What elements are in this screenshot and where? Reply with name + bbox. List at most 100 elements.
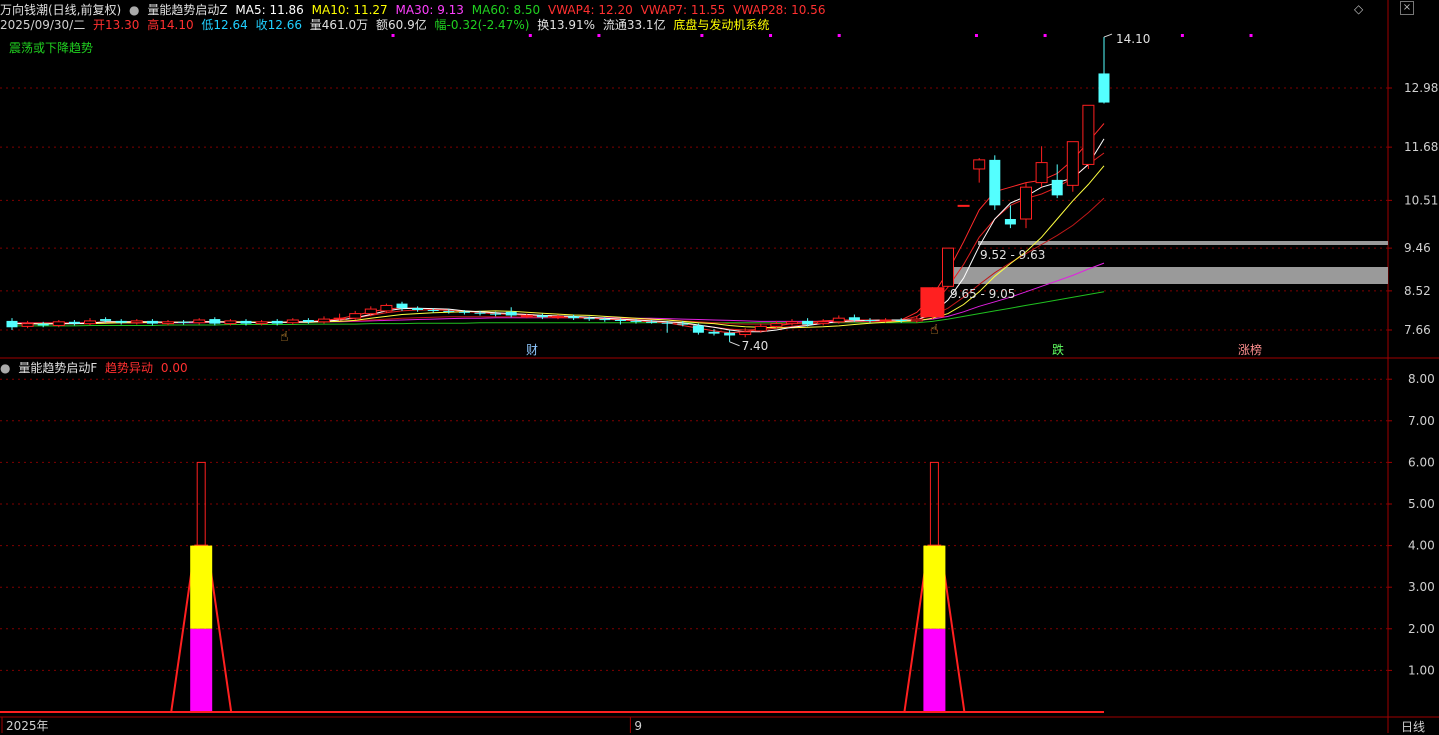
candle-body [770, 323, 783, 327]
candle-body [178, 321, 190, 323]
candle-body [895, 319, 907, 321]
candle-body [333, 317, 346, 320]
event-tag-finance: 财 [526, 343, 538, 357]
candle-body [443, 310, 455, 312]
indicator-name[interactable]: 量能趋势启动Z [147, 3, 227, 17]
ma10-label: MA10: 11.27 [311, 3, 388, 17]
signal-dot [528, 34, 532, 37]
candle-body [739, 331, 752, 336]
ma60-label: MA60: 8.50 [471, 3, 541, 17]
sub-tick-label: 4.00 [1408, 539, 1435, 553]
candle-body [380, 304, 393, 312]
candle-body [942, 247, 954, 287]
signal-dot [1043, 34, 1047, 37]
candle-body [6, 320, 18, 328]
indicator-toggle-icon[interactable]: ● [129, 3, 139, 17]
turnover-label: 换13.91% [537, 18, 596, 32]
candle-body [583, 318, 595, 320]
candle-body [115, 320, 127, 323]
low-pointer [729, 341, 740, 347]
signal-magenta-bar [190, 628, 213, 712]
date-label: 2025/09/30/二 [0, 18, 86, 32]
candle-body [146, 320, 158, 324]
signal-dot [769, 34, 773, 37]
candle-body [396, 303, 408, 309]
candle-body [209, 319, 221, 324]
candle-body [630, 320, 642, 322]
candle-body [1066, 141, 1079, 186]
event-tag-rank: 涨榜 [1238, 342, 1262, 357]
sub-indicator-name[interactable]: 量能趋势启动F [18, 361, 97, 375]
candle-body [1035, 162, 1048, 184]
candle-body [879, 319, 892, 322]
candle-body [84, 320, 96, 325]
header-row-1: 万向钱潮(日线,前复权) ● 量能趋势启动Z MA5: 11.86 MA10: … [0, 3, 829, 17]
period-label[interactable]: 日线 [1401, 718, 1425, 735]
candle-body [989, 159, 1001, 206]
signal-dot [974, 34, 978, 37]
hand-icon-2: ☝ [930, 322, 939, 338]
candle-body [599, 319, 611, 321]
candle-body [474, 312, 486, 314]
ma30-label: MA30: 9.13 [395, 3, 464, 17]
candle-body [536, 315, 548, 318]
candle-body [52, 321, 65, 326]
candle-body [848, 317, 860, 320]
candle-body [490, 313, 502, 315]
sub-signal-value: 0.00 [160, 361, 188, 375]
main-tick-label: 12.98 [1404, 81, 1438, 95]
signal-magenta-bar [923, 628, 946, 712]
candle-body [520, 314, 533, 317]
candle-body [68, 321, 80, 324]
sub-tick-label: 1.00 [1408, 663, 1435, 677]
candle-body [193, 319, 206, 324]
sub-signal-label: 趋势异动 [105, 361, 154, 375]
chart-canvas[interactable]: 7.66 8.52 9.46 10.51 11.68 12.98 1.00 2.00 3.00 4… [0, 0, 1439, 733]
candle-body [786, 321, 798, 325]
signal-dot [700, 34, 704, 37]
candle-body [802, 320, 814, 325]
main-tick-label: 7.66 [1404, 323, 1431, 337]
time-label: 2025年 [6, 719, 49, 733]
candle-body [100, 319, 112, 321]
close-icon[interactable]: × [1400, 1, 1414, 15]
time-label: 9 [634, 719, 642, 733]
candle-body [364, 308, 377, 315]
vwap28-label: VWAP28: 10.56 [733, 3, 826, 17]
candle-body [754, 325, 767, 332]
main-tick-label: 10.51 [1404, 193, 1438, 207]
stock-name[interactable]: 万向钱潮(日线,前复权) [0, 3, 121, 17]
diamond-icon[interactable]: ◇ [1354, 2, 1363, 16]
candle-body [817, 321, 830, 325]
candle-body [1082, 104, 1095, 165]
candle-body [646, 321, 658, 323]
signal-dot [1180, 34, 1184, 37]
upper-zone-band [978, 241, 1388, 245]
candle-body [162, 321, 174, 325]
candle-body [661, 322, 673, 324]
candle-body [708, 331, 720, 334]
candle-body [458, 311, 470, 313]
candle-body [1004, 219, 1016, 225]
vwap4-label: VWAP4: 12.20 [548, 3, 633, 17]
candle-body [286, 319, 299, 324]
candle-body [37, 323, 49, 326]
sub-toggle-icon[interactable]: ● [0, 361, 10, 375]
amount-label: 额60.9亿 [375, 18, 427, 32]
candle-body [130, 320, 143, 324]
low-label: 7.40 [742, 339, 769, 353]
candle-body [412, 308, 424, 310]
low-label: 低12.64 [201, 18, 248, 32]
candle-body [864, 319, 876, 321]
candle-body [552, 315, 564, 318]
lower-zone-band [946, 267, 1388, 284]
system-name-label: 底盘与发动机系统 [673, 18, 770, 32]
signal-yellow-bar [923, 545, 946, 629]
candle-body [224, 320, 237, 325]
candle-body [568, 316, 580, 319]
candle-body [1020, 186, 1032, 220]
candle-body [427, 309, 439, 311]
sub-tick-label: 7.00 [1408, 414, 1435, 428]
candle-body [1051, 179, 1063, 196]
candle-body [957, 204, 970, 207]
